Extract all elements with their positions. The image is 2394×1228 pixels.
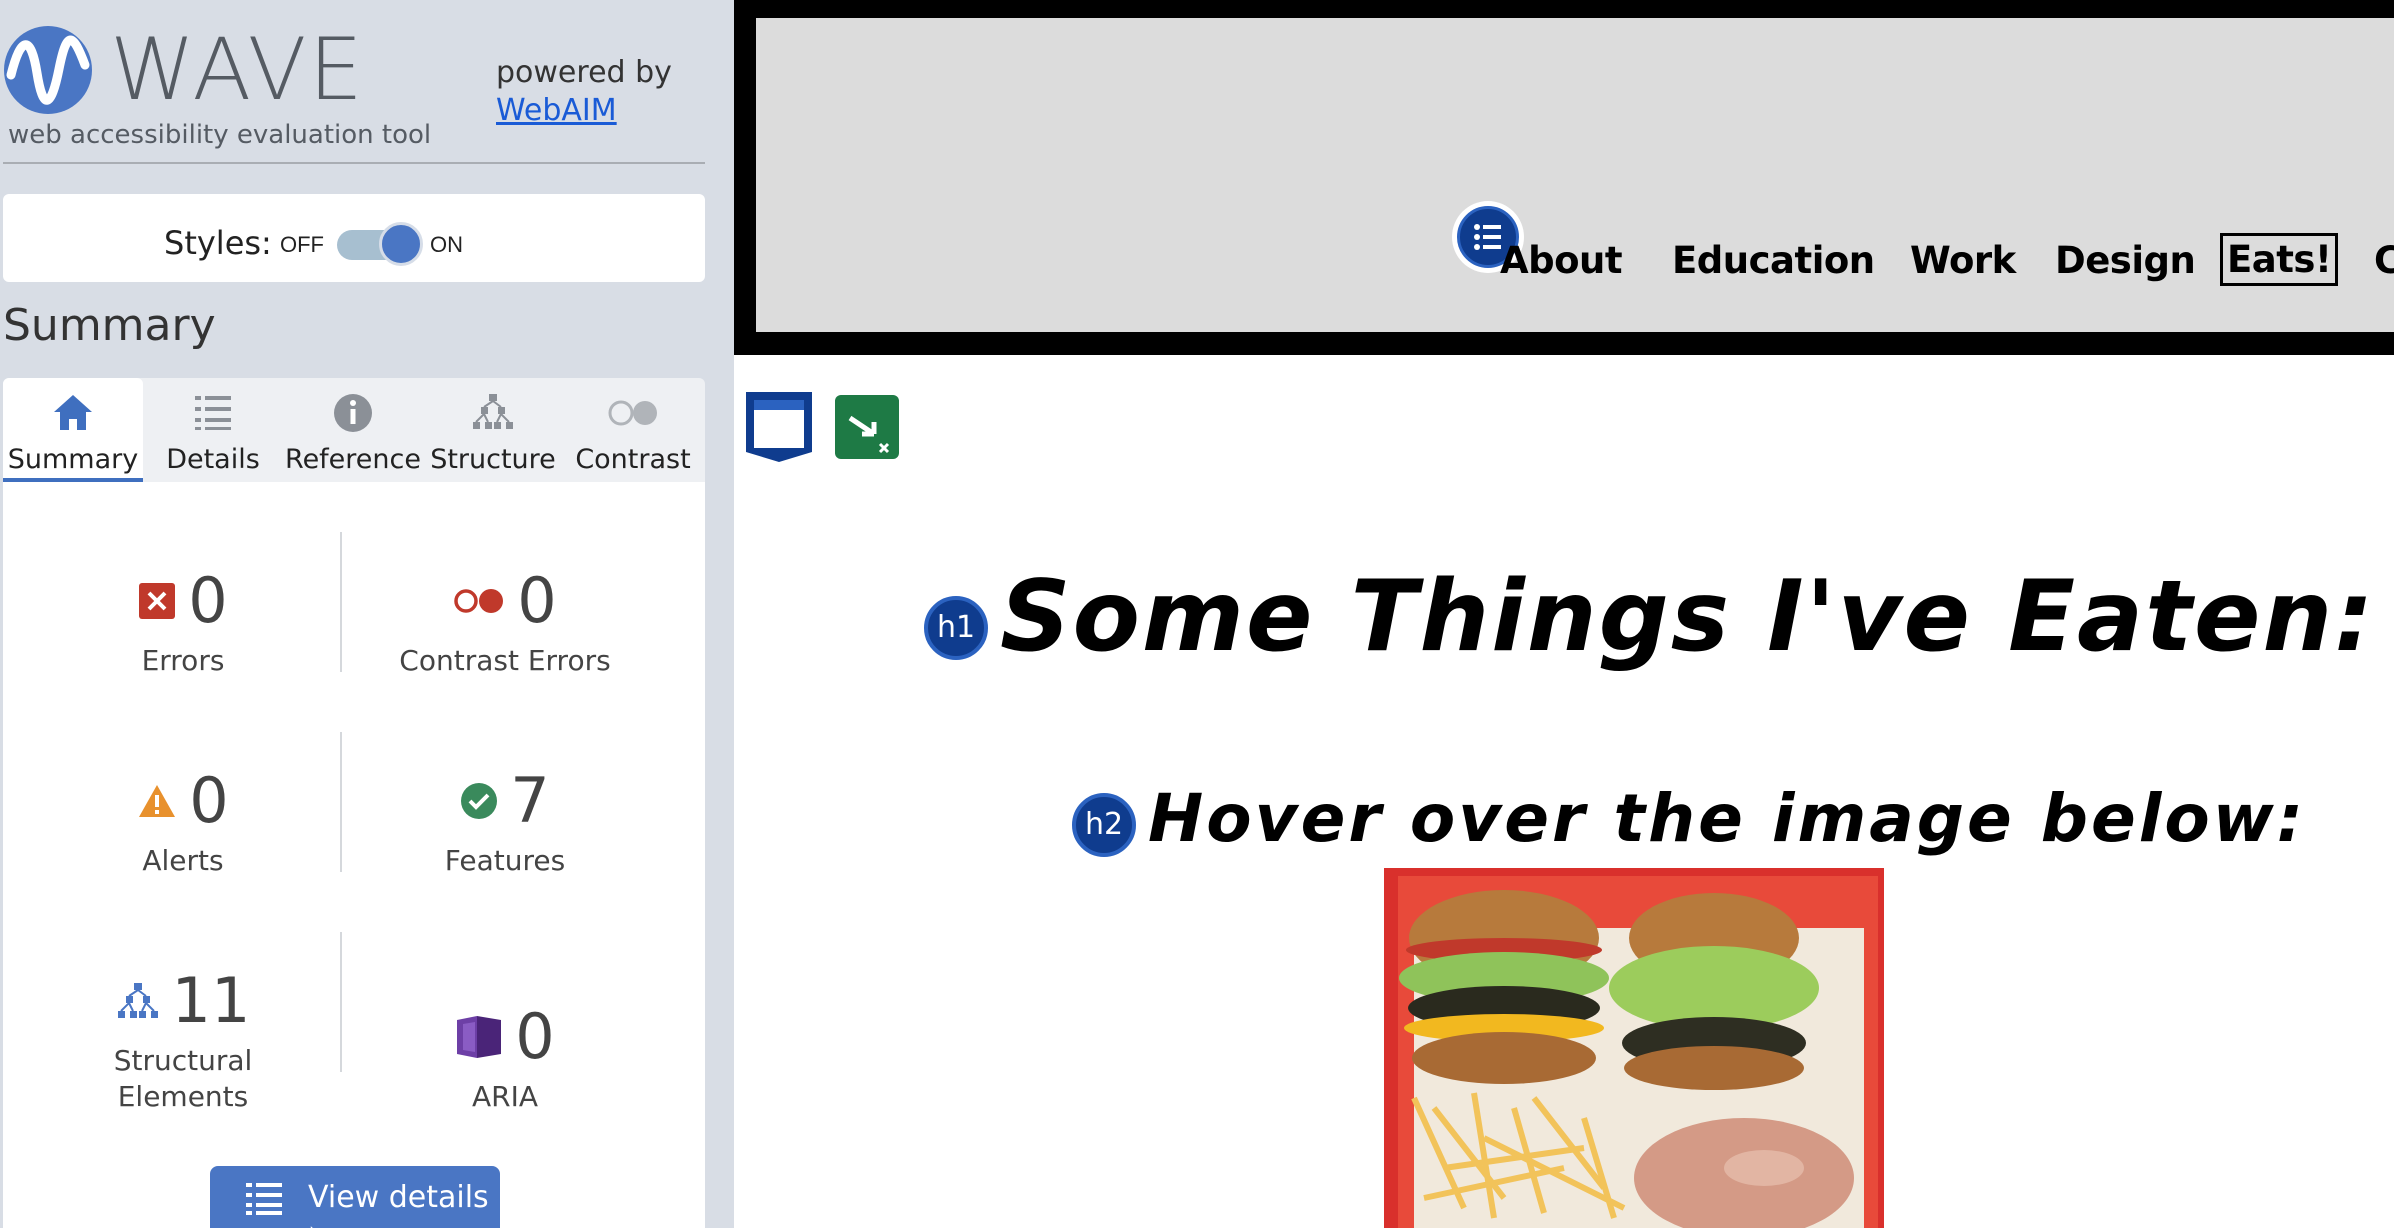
contrast-errors-count: 0	[517, 564, 557, 637]
stat-features[interactable]: 7 Features	[345, 764, 665, 879]
features-count: 7	[510, 764, 550, 837]
error-icon	[139, 582, 176, 619]
styles-label: Styles:	[164, 224, 272, 262]
summary-panel: 0 Errors 0 Contrast Errors 0 Alerts 7 Fe…	[3, 482, 705, 1228]
page-heading-h1: Some Things I've Eaten:	[1000, 560, 2376, 674]
alert-icon	[139, 784, 176, 817]
aria-count: 0	[515, 1000, 555, 1073]
aria-icon	[457, 1015, 502, 1058]
evaluated-page: About Education Work Design Eats! Cor h1…	[734, 0, 2394, 1228]
page-heading-h2: Hover over the image below:	[1148, 780, 2307, 857]
summary-heading: Summary	[3, 300, 216, 351]
styles-off-label: OFF	[280, 232, 324, 257]
site-nav-bar: About Education Work Design Eats! Cor	[756, 18, 2394, 332]
aria-label: ARIA	[471, 1080, 539, 1113]
alerts-count: 0	[189, 764, 229, 837]
alerts-label: Alerts	[142, 844, 224, 877]
h2-badge-icon[interactable]: h2	[1072, 793, 1136, 857]
stat-aria[interactable]: 0 ARIA	[345, 1000, 665, 1115]
layout-table-icon[interactable]	[742, 390, 816, 464]
features-label: Features	[444, 844, 566, 877]
list-icon	[195, 396, 231, 430]
contrast-errors-label: Contrast Errors	[399, 644, 611, 677]
errors-count: 0	[188, 564, 228, 637]
styles-on-label: ON	[430, 232, 463, 257]
tab-contrast[interactable]: Contrast	[563, 378, 703, 482]
errors-label: Errors	[141, 644, 225, 677]
structure-icon	[473, 394, 513, 429]
list-icon	[246, 1183, 282, 1215]
wave-title: WAVE	[110, 20, 365, 120]
tab-details[interactable]: Details	[143, 378, 283, 482]
burger-photo[interactable]	[1384, 868, 1884, 1228]
tab-label: Structure	[430, 444, 556, 475]
tab-structure[interactable]: Structure	[423, 378, 563, 482]
powered-by: powered by WebAIM	[496, 54, 672, 130]
stat-errors[interactable]: 0 Errors	[23, 564, 343, 679]
powered-by-text: powered by	[496, 55, 672, 90]
structural-label-line1: Structural	[113, 1044, 253, 1077]
stat-structural-elements[interactable]: 11 Structural Elements	[23, 964, 343, 1115]
tab-label: Summary	[7, 444, 139, 475]
structure-icon	[117, 982, 158, 1018]
webaim-link[interactable]: WebAIM	[496, 93, 617, 128]
h1-badge-icon[interactable]: h1	[924, 596, 988, 660]
site-header: About Education Work Design Eats! Cor	[734, 0, 2394, 355]
contrast-icon	[608, 400, 657, 426]
view-details-button[interactable]: View details ›	[210, 1166, 500, 1228]
stat-contrast-errors[interactable]: 0 Contrast Errors	[345, 564, 665, 679]
nav-contact[interactable]: Cor	[2374, 239, 2394, 282]
excel-link-icon[interactable]	[834, 394, 900, 460]
tab-reference[interactable]: Reference	[283, 378, 423, 482]
home-icon	[54, 395, 92, 430]
header-divider	[3, 162, 705, 164]
wave-subtitle: web accessibility evaluation tool	[8, 120, 432, 150]
nav-education[interactable]: Education	[1672, 239, 1875, 282]
feature-check-icon	[461, 782, 498, 819]
nav-about[interactable]: About	[1500, 239, 1623, 282]
tab-summary[interactable]: Summary	[3, 378, 143, 482]
structural-count: 11	[171, 964, 251, 1037]
structural-label-line2: Elements	[117, 1080, 249, 1113]
nav-eats[interactable]: Eats!	[2220, 233, 2339, 286]
contrast-error-icon	[454, 588, 504, 613]
structural-label: Structural Elements	[23, 1043, 343, 1115]
styles-toggle-panel: Styles: OFF ON	[3, 194, 705, 282]
tab-label: Details	[166, 444, 260, 475]
stat-alerts[interactable]: 0 Alerts	[23, 764, 343, 879]
panel-tabs: Summary Details Reference Structure Cont…	[3, 378, 705, 482]
styles-toggle-knob[interactable]	[379, 222, 423, 266]
view-details-label: View details ›	[308, 1180, 489, 1228]
tab-label: Contrast	[575, 444, 691, 475]
tab-label: Reference	[285, 444, 421, 475]
info-icon	[334, 394, 372, 432]
nav-work[interactable]: Work	[1910, 239, 2016, 282]
nav-design[interactable]: Design	[2055, 239, 2196, 282]
wave-sidebar: WAVE web accessibility evaluation tool p…	[0, 0, 734, 1228]
wave-logo-icon	[4, 26, 92, 114]
